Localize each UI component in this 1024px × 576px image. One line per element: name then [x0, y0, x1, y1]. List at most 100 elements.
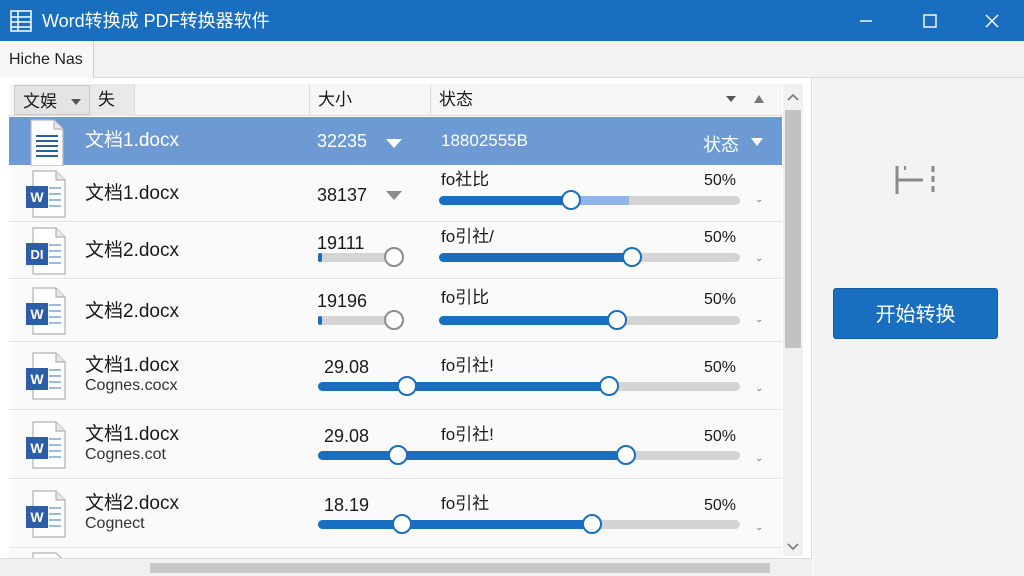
svg-text:W: W — [30, 440, 44, 456]
chevron-down-icon[interactable]: ⌄ — [755, 253, 763, 264]
close-button[interactable] — [968, 0, 1016, 41]
progress-fill — [318, 451, 627, 460]
file-size: 19111 — [317, 233, 365, 253]
progress-fill — [318, 382, 610, 391]
chevron-down-icon[interactable]: ⌄ — [755, 194, 763, 205]
close-icon — [985, 14, 999, 27]
state-dropdown-label[interactable]: 状态 — [703, 131, 739, 157]
sort-up-icon[interactable] — [754, 95, 764, 103]
file-name: 文档2.docx — [85, 240, 179, 261]
progress-track[interactable] — [318, 376, 740, 396]
word-doc-icon: W — [26, 170, 66, 218]
chevron-down-icon[interactable] — [751, 138, 763, 146]
progress-percent: 50% — [704, 497, 737, 514]
table-row[interactable]: W 文档1.docx Cognes.cocx 29.08 fo引社! 50% ⌄ — [9, 343, 782, 410]
file-name: 文档1.docx — [85, 424, 179, 445]
file-subtitle: Cognect — [85, 515, 145, 532]
svg-text:W: W — [30, 509, 44, 525]
file-name: 文档2.docx — [85, 301, 179, 322]
file-status: fo引社/ — [441, 227, 494, 246]
maximize-icon — [923, 13, 937, 28]
scrollbar-thumb[interactable] — [785, 110, 801, 348]
file-size: 29.08 — [324, 357, 370, 377]
progress-track[interactable] — [318, 310, 405, 330]
tab-strip: Hiche Nas — [0, 41, 1024, 79]
chevron-down-icon[interactable] — [386, 139, 402, 148]
app-grid-icon — [10, 10, 32, 32]
file-subtitle: Cognes.cocx — [85, 377, 178, 394]
svg-text:W: W — [30, 189, 44, 205]
file-status: fo引社! — [441, 356, 494, 375]
file-size: 19196 — [317, 291, 368, 311]
file-status: fo引比 — [441, 288, 490, 307]
file-name: 文档1.docx — [85, 355, 179, 376]
progress-track[interactable] — [439, 310, 740, 330]
scroll-down-icon[interactable] — [783, 540, 803, 554]
progress-track[interactable] — [318, 514, 740, 534]
sort-down-icon[interactable] — [726, 96, 736, 102]
progress-track[interactable] — [318, 445, 740, 465]
scrollbar-thumb[interactable] — [150, 563, 770, 573]
horizontal-scrollbar[interactable] — [0, 558, 812, 576]
column-header-fail[interactable]: 失 — [90, 84, 135, 116]
file-size: 38137 — [317, 185, 368, 205]
progress-track[interactable] — [439, 247, 740, 267]
scroll-up-icon[interactable] — [783, 90, 803, 104]
svg-text:DI: DI — [31, 247, 44, 262]
progress-percent: 50% — [704, 229, 737, 246]
progress-fill — [439, 253, 632, 262]
column-header-status[interactable]: 状态 — [431, 84, 749, 116]
chevron-down-icon[interactable]: ⌄ — [755, 383, 763, 394]
progress-fill — [318, 253, 323, 262]
word-doc-icon: DI — [26, 227, 66, 275]
file-subtitle: Cognes.cot — [85, 446, 166, 463]
minimize-icon — [860, 19, 872, 22]
chevron-down-icon[interactable]: ⌄ — [755, 453, 763, 464]
progress-track[interactable] — [318, 247, 405, 267]
slider-thumb[interactable] — [621, 247, 642, 267]
file-status: fo引社! — [441, 425, 494, 444]
chevron-down-icon[interactable]: ⌄ — [755, 314, 763, 325]
progress-percent: 50% — [704, 359, 737, 376]
progress-fill — [439, 316, 617, 325]
file-status: fo引社 — [441, 494, 490, 513]
progress-percent: 50% — [704, 291, 737, 308]
progress-percent: 50% — [704, 172, 737, 189]
vertical-scrollbar[interactable] — [783, 84, 803, 556]
start-convert-button[interactable]: 开始转换 — [833, 288, 998, 339]
column-header-name[interactable]: 文娱 — [14, 85, 90, 115]
table-row[interactable]: W 文档1.docx 38137 fo社比 50% ⌄ — [9, 166, 782, 222]
column-header: 文娱 失 大小 状态 — [9, 84, 782, 116]
progress-percent: 50% — [704, 428, 737, 445]
file-size: 18.19 — [324, 495, 370, 515]
window-title: Word转换成 PDF转换器软件 — [42, 11, 270, 31]
table-row[interactable]: 文档1.docx 32235 18802555B 状态 — [9, 117, 782, 167]
tab-main[interactable]: Hiche Nas — [0, 41, 94, 79]
file-name: 文档2.docx — [85, 493, 179, 514]
column-header-size[interactable]: 大小 — [309, 84, 431, 116]
word-doc-icon: W — [26, 421, 66, 469]
slider-thumb[interactable] — [396, 376, 417, 396]
split-view-icon — [895, 166, 935, 194]
document-lines-icon — [30, 119, 64, 167]
table-row[interactable]: W 文档2.docx Cognect 18.19 fo引社 50% ⌄ — [9, 480, 782, 548]
maximize-button[interactable] — [906, 0, 954, 41]
progress-fill — [318, 520, 593, 529]
file-name: 文档1.docx — [85, 183, 179, 204]
slider-thumb[interactable] — [616, 445, 637, 465]
minimize-button[interactable] — [842, 0, 890, 41]
slider-thumb[interactable] — [606, 310, 627, 330]
word-doc-icon: W — [26, 352, 66, 400]
title-bar: Word转换成 PDF转换器软件 — [0, 0, 1024, 41]
chevron-down-icon[interactable] — [386, 191, 402, 200]
chevron-down-icon[interactable]: ⌄ — [755, 522, 763, 533]
action-panel: 开始转换 — [813, 78, 1024, 576]
progress-track[interactable] — [439, 190, 740, 210]
file-name: 文档1.docx — [85, 130, 179, 151]
svg-text:W: W — [30, 371, 44, 387]
column-name-label: 文娱 — [23, 92, 57, 111]
svg-text:W: W — [30, 306, 44, 322]
dropdown-arrow-icon — [71, 99, 81, 105]
file-status: fo社比 — [441, 170, 490, 189]
progress-fill — [439, 196, 572, 205]
